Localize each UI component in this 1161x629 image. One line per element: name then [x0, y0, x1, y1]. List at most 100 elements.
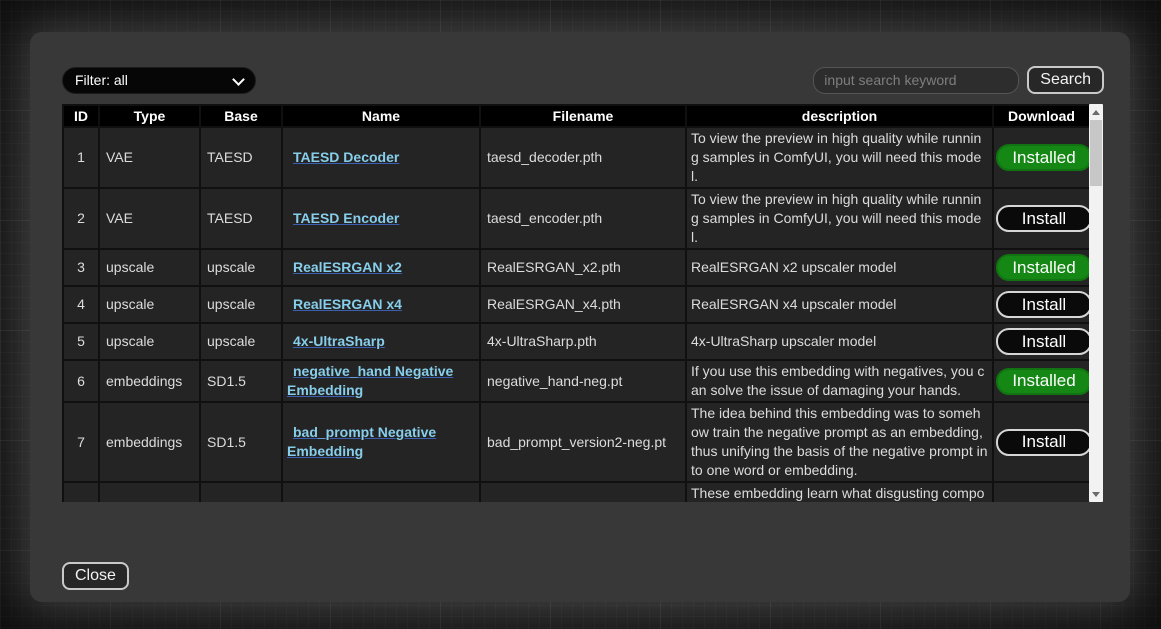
- cell-id: 1: [63, 127, 99, 188]
- install-button[interactable]: Install: [996, 291, 1089, 318]
- toolbar: Filter: all Search: [62, 66, 1104, 94]
- cell-download: Installed: [993, 360, 1089, 402]
- model-name-link[interactable]: 4x-UltraSharp: [293, 333, 385, 349]
- cell-description: To view the preview in high quality whil…: [686, 127, 993, 188]
- table-row: 6 embeddings SD1.5 negative_hand Negativ…: [63, 360, 1089, 402]
- cell-base: SD1.5: [200, 402, 282, 482]
- cell-id: 5: [63, 323, 99, 360]
- header-name: Name: [282, 105, 480, 127]
- search-group: Search: [813, 66, 1104, 94]
- cell-id: 4: [63, 286, 99, 323]
- header-download: Download: [993, 105, 1089, 127]
- model-table-viewport: ID Type Base Name Filename description D…: [62, 104, 1089, 502]
- cell-download: [993, 482, 1089, 502]
- cell-name: negative_hand Negative Embedding: [282, 360, 480, 402]
- scrollbar-down-arrow-icon[interactable]: [1089, 487, 1103, 501]
- cell-name: TAESD Decoder: [282, 127, 480, 188]
- filter-select-wrap: Filter: all: [62, 67, 256, 94]
- install-button[interactable]: Install: [996, 205, 1089, 232]
- model-name-link[interactable]: bad_prompt Negative Embedding: [287, 424, 436, 459]
- cell-type: [99, 482, 200, 502]
- cell-type: VAE: [99, 188, 200, 249]
- cell-type: embeddings: [99, 360, 200, 402]
- header-base: Base: [200, 105, 282, 127]
- table-row: 2 VAE TAESD TAESD Encoder taesd_encoder.…: [63, 188, 1089, 249]
- cell-id: 2: [63, 188, 99, 249]
- cell-base: TAESD: [200, 127, 282, 188]
- cell-download: Install: [993, 188, 1089, 249]
- table-header-row: ID Type Base Name Filename description D…: [63, 105, 1089, 127]
- cell-description: 4x-UltraSharp upscaler model: [686, 323, 993, 360]
- install-button[interactable]: Install: [996, 328, 1089, 355]
- table-row: 7 embeddings SD1.5 bad_prompt Negative E…: [63, 402, 1089, 482]
- header-filename: Filename: [480, 105, 686, 127]
- install-button[interactable]: Installed: [996, 368, 1089, 395]
- cell-description: If you use this embedding with negatives…: [686, 360, 993, 402]
- scrollbar-up-arrow-icon[interactable]: [1089, 105, 1103, 119]
- cell-name: TAESD Encoder: [282, 188, 480, 249]
- cell-name: [282, 482, 480, 502]
- cell-download: Install: [993, 402, 1089, 482]
- close-button[interactable]: Close: [62, 562, 129, 590]
- model-name-link[interactable]: RealESRGAN x4: [293, 296, 402, 312]
- cell-type: VAE: [99, 127, 200, 188]
- model-table-body: 1 VAE TAESD TAESD Decoder taesd_decoder.…: [63, 127, 1089, 502]
- cell-base: SD1.5: [200, 360, 282, 402]
- cell-base: upscale: [200, 249, 282, 286]
- search-button[interactable]: Search: [1027, 66, 1104, 94]
- cell-download: Installed: [993, 127, 1089, 188]
- install-button[interactable]: Installed: [996, 254, 1089, 281]
- cell-type: upscale: [99, 249, 200, 286]
- model-name-link[interactable]: negative_hand Negative Embedding: [287, 363, 453, 398]
- cell-base: upscale: [200, 323, 282, 360]
- cell-description: RealESRGAN x4 upscaler model: [686, 286, 993, 323]
- cell-name: 4x-UltraSharp: [282, 323, 480, 360]
- cell-name: RealESRGAN x4: [282, 286, 480, 323]
- cell-type: upscale: [99, 286, 200, 323]
- table-row: 3 upscale upscale RealESRGAN x2 RealESRG…: [63, 249, 1089, 286]
- cell-description: These embedding learn what disgusting co…: [686, 482, 993, 502]
- cell-filename: taesd_decoder.pth: [480, 127, 686, 188]
- cell-download: Install: [993, 323, 1089, 360]
- model-manager-dialog: Filter: all Search ID Type Base Name Fi: [30, 32, 1130, 602]
- header-id: ID: [63, 105, 99, 127]
- table-row: These embedding learn what disgusting co…: [63, 482, 1089, 502]
- cell-download: Installed: [993, 249, 1089, 286]
- cell-base: TAESD: [200, 188, 282, 249]
- cell-type: embeddings: [99, 402, 200, 482]
- search-input[interactable]: [813, 67, 1019, 94]
- cell-download: Install: [993, 286, 1089, 323]
- model-name-link[interactable]: TAESD Decoder: [293, 149, 399, 165]
- cell-filename: taesd_encoder.pth: [480, 188, 686, 249]
- cell-name: bad_prompt Negative Embedding: [282, 402, 480, 482]
- cell-filename: 4x-UltraSharp.pth: [480, 323, 686, 360]
- cell-base: [200, 482, 282, 502]
- cell-base: upscale: [200, 286, 282, 323]
- table-row: 5 upscale upscale 4x-UltraSharp 4x-Ultra…: [63, 323, 1089, 360]
- cell-description: The idea behind this embedding was to so…: [686, 402, 993, 482]
- cell-name: RealESRGAN x2: [282, 249, 480, 286]
- table-scrollbar[interactable]: [1089, 104, 1103, 502]
- cell-description: To view the preview in high quality whil…: [686, 188, 993, 249]
- filter-select[interactable]: Filter: all: [62, 67, 256, 94]
- cell-filename: RealESRGAN_x2.pth: [480, 249, 686, 286]
- cell-id: [63, 482, 99, 502]
- install-button[interactable]: Install: [996, 429, 1089, 456]
- cell-filename: bad_prompt_version2-neg.pt: [480, 402, 686, 482]
- cell-description: RealESRGAN x2 upscaler model: [686, 249, 993, 286]
- table-row: 1 VAE TAESD TAESD Decoder taesd_decoder.…: [63, 127, 1089, 188]
- cell-type: upscale: [99, 323, 200, 360]
- model-name-link[interactable]: RealESRGAN x2: [293, 259, 402, 275]
- install-button[interactable]: Installed: [996, 144, 1089, 171]
- header-type: Type: [99, 105, 200, 127]
- cell-id: 6: [63, 360, 99, 402]
- cell-filename: RealESRGAN_x4.pth: [480, 286, 686, 323]
- cell-filename: negative_hand-neg.pt: [480, 360, 686, 402]
- header-description: description: [686, 105, 993, 127]
- cell-filename: [480, 482, 686, 502]
- model-name-link[interactable]: TAESD Encoder: [293, 210, 399, 226]
- table-row: 4 upscale upscale RealESRGAN x4 RealESRG…: [63, 286, 1089, 323]
- scrollbar-thumb[interactable]: [1090, 120, 1102, 186]
- cell-id: 3: [63, 249, 99, 286]
- cell-id: 7: [63, 402, 99, 482]
